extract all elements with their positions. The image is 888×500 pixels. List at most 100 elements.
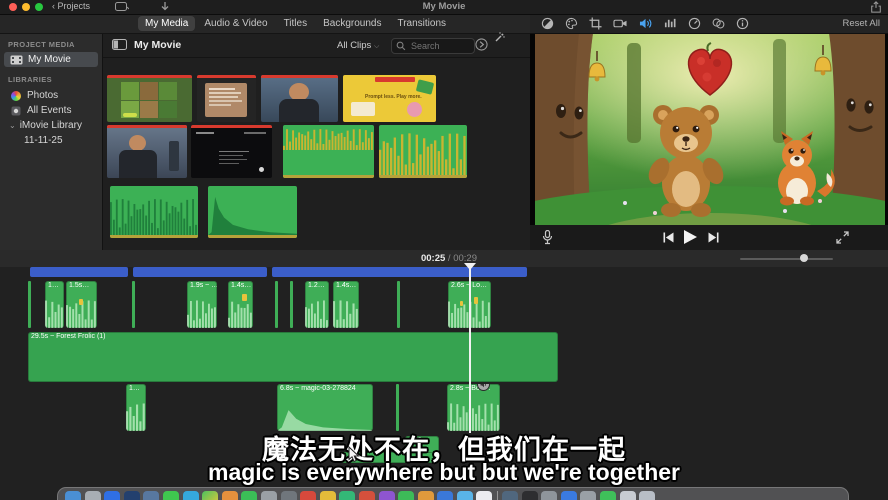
dock-icon[interactable] — [202, 491, 218, 500]
audio-clip[interactable]: 2.8s ~ Bob… — [447, 384, 500, 431]
playhead[interactable] — [469, 265, 471, 433]
audio-sliver[interactable] — [132, 281, 135, 328]
color-balance-icon[interactable] — [541, 17, 554, 30]
media-thumb-yellow-ad[interactable]: Prompt less. Play more. — [343, 75, 436, 122]
preview-viewer[interactable] — [530, 33, 888, 225]
media-thumb-audio[interactable] — [110, 186, 198, 238]
sidebar-item-all-events[interactable]: All Events — [4, 103, 98, 118]
dock-icon[interactable] — [222, 491, 238, 500]
dock-icon[interactable] — [183, 491, 199, 500]
dock-icon[interactable] — [359, 491, 375, 500]
skip-forward-icon[interactable] — [708, 232, 719, 243]
dock-icon[interactable] — [379, 491, 395, 500]
dock-icon[interactable] — [502, 491, 518, 500]
dock-icon[interactable] — [600, 491, 616, 500]
audio-clip[interactable]: 1.4s… — [228, 281, 253, 328]
window-title: My Movie — [0, 1, 888, 12]
audio-sliver[interactable] — [275, 281, 278, 328]
zoom-slider-track[interactable] — [740, 258, 833, 260]
sidebar-item-photos[interactable]: Photos — [4, 88, 98, 103]
audio-sliver[interactable] — [397, 281, 400, 328]
color-palette-icon[interactable] — [565, 17, 578, 30]
preview-frame — [535, 33, 885, 225]
play-button[interactable] — [683, 229, 698, 245]
dock-icon[interactable] — [437, 491, 453, 500]
video-bar[interactable] — [272, 267, 527, 277]
dock-icon[interactable] — [241, 491, 257, 500]
voiceover-mic-icon[interactable] — [542, 230, 553, 245]
media-thumb-audio[interactable] — [379, 125, 467, 178]
browser-forward-icon[interactable] — [475, 38, 488, 51]
reset-all-button[interactable]: Reset All — [843, 18, 881, 29]
info-icon[interactable] — [736, 17, 749, 30]
dock-icon[interactable] — [339, 491, 355, 500]
dock-icon[interactable] — [163, 491, 179, 500]
search-field[interactable] — [391, 38, 475, 54]
audio-clip[interactable]: 1.5s… — [66, 281, 97, 328]
audio-marker-strip — [379, 175, 467, 178]
video-bar[interactable] — [133, 267, 267, 277]
audio-clip[interactable]: 6.8s ~ magic-03-278824 — [277, 384, 373, 431]
audio-clip[interactable]: 1.4s… — [333, 281, 359, 328]
dock-icon[interactable] — [104, 491, 120, 500]
tab-audio-video[interactable]: Audio & Video — [197, 16, 274, 31]
dock-icon[interactable] — [320, 491, 336, 500]
media-thumb-presenter-desk[interactable] — [107, 125, 187, 178]
dock-icon[interactable] — [281, 491, 297, 500]
search-input[interactable] — [409, 40, 473, 52]
audio-sliver[interactable] — [28, 281, 31, 328]
media-thumb-audio[interactable] — [283, 125, 374, 178]
dock-icon[interactable] — [561, 491, 577, 500]
dock-icon[interactable] — [418, 491, 434, 500]
clip-filter-dropdown[interactable]: All Clips ⌵ — [337, 40, 379, 51]
media-thumb-presenter[interactable] — [261, 75, 338, 122]
dock-icon[interactable] — [65, 491, 81, 500]
dock-icon[interactable] — [457, 491, 473, 500]
speed-gauge-icon[interactable] — [688, 17, 701, 30]
dock-icon[interactable] — [580, 491, 596, 500]
dock-icon[interactable] — [85, 491, 101, 500]
skip-back-icon[interactable] — [663, 232, 674, 243]
dock-icon[interactable] — [522, 491, 538, 500]
audio-clip[interactable]: 1.9s ~ … — [187, 281, 217, 328]
audio-sliver[interactable] — [290, 281, 293, 328]
audio-clip[interactable]: 1… — [45, 281, 64, 328]
dock-trash-icon[interactable] — [639, 491, 655, 500]
fullscreen-icon[interactable] — [836, 231, 849, 244]
playhead-handle[interactable] — [464, 263, 476, 270]
dock-icon[interactable] — [476, 491, 492, 500]
tab-my-media[interactable]: My Media — [138, 16, 195, 31]
media-thumb-collage[interactable] — [107, 75, 192, 122]
crop-icon[interactable] — [589, 17, 602, 30]
dock-icon[interactable] — [124, 491, 140, 500]
dock-icon[interactable] — [398, 491, 414, 500]
audio-clip[interactable]: 1.2… — [305, 281, 329, 328]
audio-clip[interactable]: 1… — [126, 384, 146, 431]
media-thumb-document[interactable] — [197, 75, 256, 122]
tab-backgrounds[interactable]: Backgrounds — [316, 16, 388, 31]
zoom-slider-thumb[interactable] — [800, 254, 808, 262]
dock-icon[interactable] — [261, 491, 277, 500]
dock-icon[interactable] — [541, 491, 557, 500]
sidebar-item-event-date[interactable]: 11-11-25 — [4, 133, 118, 148]
audio-sliver[interactable] — [396, 384, 399, 431]
dock-icon[interactable] — [300, 491, 316, 500]
sidebar-item-imovie-library[interactable]: ⌄ iMovie Library — [4, 118, 98, 133]
media-thumb-terminal[interactable] — [191, 125, 272, 178]
volume-icon[interactable] — [639, 17, 653, 30]
enhance-wand-icon[interactable] — [494, 32, 505, 43]
share-icon[interactable] — [870, 1, 882, 13]
dock — [57, 487, 849, 500]
stabilization-camera-icon[interactable] — [613, 17, 628, 30]
panel-toggle-icon[interactable] — [112, 39, 127, 50]
sidebar-item-my-movie[interactable]: My Movie — [4, 52, 98, 67]
noise-reduction-icon[interactable] — [664, 17, 677, 30]
media-thumb-audio[interactable] — [208, 186, 297, 238]
video-bar[interactable] — [30, 267, 128, 277]
music-clip[interactable]: 29.5s ~ Forest Frolic (1) — [28, 332, 558, 382]
dock-icon[interactable] — [620, 491, 636, 500]
effects-badge-icon[interactable] — [712, 17, 725, 30]
dock-icon[interactable] — [143, 491, 159, 500]
tab-titles[interactable]: Titles — [277, 16, 315, 31]
tab-transitions[interactable]: Transitions — [390, 16, 453, 31]
